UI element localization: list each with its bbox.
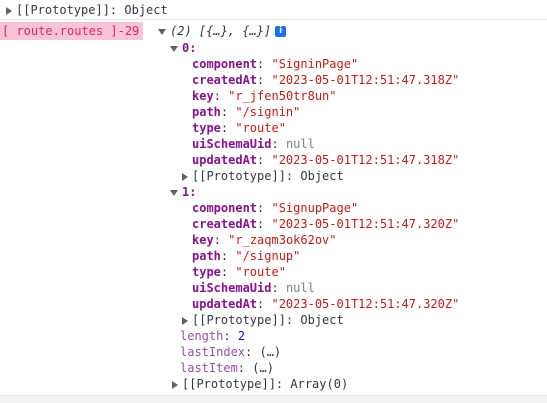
expand-arrow-icon[interactable]	[182, 316, 188, 325]
property-row: key: "r_zaqm3ok62ov"	[192, 233, 337, 247]
property-key: key	[192, 89, 214, 103]
property-row: type: "route"	[192, 265, 286, 279]
property-value: "SigninPage"	[271, 57, 359, 71]
property-key: uiSchemaUid	[192, 137, 272, 151]
property-row: uiSchemaUid: null	[192, 137, 315, 151]
getter-invoke[interactable]: (…)	[252, 361, 274, 375]
prototype-value: Object	[300, 169, 344, 183]
collapse-arrow-icon[interactable]	[170, 189, 178, 196]
property-key: key	[192, 233, 214, 247]
prototype-row[interactable]: [[Prototype]]: Object	[182, 312, 344, 328]
prototype-label: [[Prototype]]	[16, 3, 110, 17]
property-key: lastIndex	[180, 345, 246, 359]
length-row: length: 2	[180, 329, 246, 343]
array-prototype-row[interactable]: [[Prototype]]: Array(0)	[172, 376, 348, 392]
prototype-label: [[Prototype]]	[192, 313, 286, 327]
property-value: 2	[237, 329, 246, 343]
collapse-arrow-icon[interactable]	[170, 45, 178, 52]
property-row: type: "route"	[192, 121, 286, 135]
property-key: path	[192, 249, 221, 263]
property-row: createdAt: "2023-05-01T12:51:47.320Z"	[192, 217, 460, 231]
prototype-value: Array(0)	[290, 377, 349, 391]
property-key: length	[180, 329, 224, 343]
property-key: updatedAt	[192, 297, 258, 311]
property-value: "2023-05-01T12:51:47.318Z"	[271, 153, 460, 167]
property-row: createdAt: "2023-05-01T12:51:47.318Z"	[192, 73, 460, 87]
property-row: component: "SigninPage"	[192, 57, 359, 71]
property-row: updatedAt: "2023-05-01T12:51:47.320Z"	[192, 297, 460, 311]
property-value: "route"	[235, 121, 286, 135]
property-value: null	[285, 137, 315, 151]
property-key: createdAt	[192, 73, 258, 87]
property-value: "r_zaqm3ok62ov"	[228, 233, 337, 247]
property-value: "2023-05-01T12:51:47.320Z"	[271, 217, 460, 231]
info-icon[interactable]: i	[275, 26, 287, 37]
message-divider	[0, 19, 547, 20]
property-value: "route"	[235, 265, 286, 279]
property-value: "/signin"	[235, 105, 301, 119]
property-value: "2023-05-01T12:51:47.320Z"	[271, 297, 460, 311]
property-row: key: "r_jfen50tr8un"	[192, 89, 337, 103]
property-key: component	[192, 57, 258, 71]
prototype-value: Object	[300, 313, 344, 327]
getter-invoke[interactable]: (…)	[259, 345, 281, 359]
property-value: "/signup"	[235, 249, 301, 263]
property-value: "2023-05-01T12:51:47.318Z"	[271, 73, 460, 87]
array-item-1-header[interactable]: 1:	[170, 184, 196, 200]
property-key: lastItem	[180, 361, 238, 375]
last-index-row[interactable]: lastIndex: (…)	[180, 344, 281, 360]
expand-arrow-icon[interactable]	[172, 380, 178, 389]
property-key: path	[192, 105, 221, 119]
property-key: updatedAt	[192, 153, 258, 167]
prototype-label: [[Prototype]]	[192, 169, 286, 183]
property-key: type	[192, 121, 221, 135]
property-key: createdAt	[192, 217, 258, 231]
property-value: "SignupPage"	[271, 201, 359, 215]
array-summary: (2) [{…}, {…}]	[170, 24, 272, 38]
array-summary-row[interactable]: (2) [{…}, {…}] i	[158, 23, 287, 39]
property-key: type	[192, 265, 221, 279]
prototype-row[interactable]: [[Prototype]]: Object	[182, 168, 344, 184]
log-label: [ route.routes ]-29	[0, 22, 144, 40]
array-item-0-header[interactable]: 0:	[170, 40, 196, 56]
expand-arrow-icon[interactable]	[6, 6, 12, 15]
property-key: uiSchemaUid	[192, 281, 272, 295]
console-panel: [[Prototype]]: Object [ route.routes ]-2…	[0, 0, 547, 403]
property-value: "r_jfen50tr8un"	[228, 89, 337, 103]
property-row: path: "/signup"	[192, 249, 301, 263]
property-value: null	[285, 281, 315, 295]
property-row: updatedAt: "2023-05-01T12:51:47.318Z"	[192, 153, 460, 167]
expand-arrow-icon[interactable]	[182, 172, 188, 181]
property-row: path: "/signin"	[192, 105, 301, 119]
last-item-row[interactable]: lastItem: (…)	[180, 360, 274, 376]
property-key: component	[192, 201, 258, 215]
collapse-arrow-icon[interactable]	[158, 28, 166, 35]
prototype-row-top[interactable]: [[Prototype]]: Object	[6, 2, 168, 18]
prototype-value: Object	[124, 3, 168, 17]
next-message-strip	[0, 396, 547, 403]
property-row: uiSchemaUid: null	[192, 281, 315, 295]
prototype-label: [[Prototype]]	[182, 377, 276, 391]
property-row: component: "SignupPage"	[192, 201, 359, 215]
